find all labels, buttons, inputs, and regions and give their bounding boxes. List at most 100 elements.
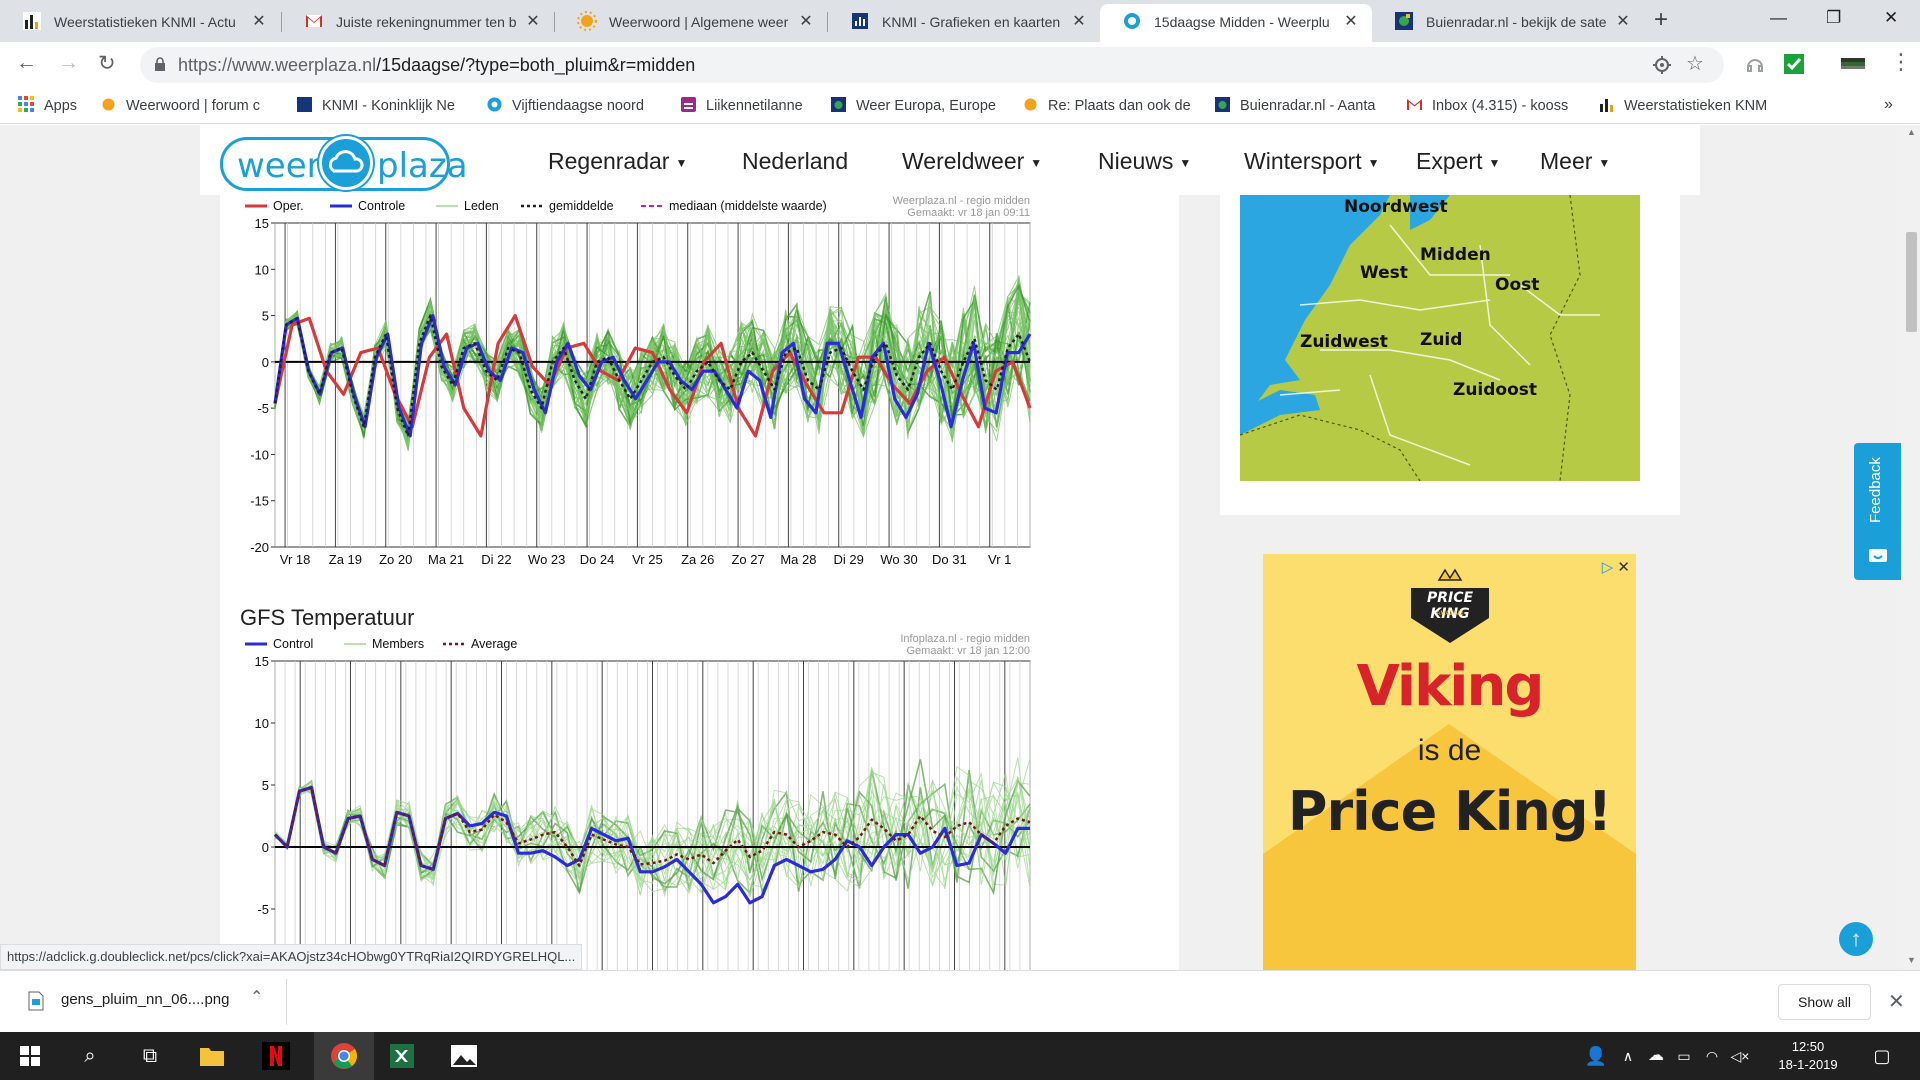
file-explorer-icon[interactable] — [188, 1032, 236, 1080]
nav-label: Nederland — [742, 148, 849, 174]
volume-mute-icon[interactable]: ◁× — [1726, 1032, 1754, 1080]
nav-meer[interactable]: Meer ▼ — [1540, 148, 1610, 175]
map-region-label[interactable]: Zuidwest — [1300, 332, 1388, 352]
search-icon[interactable]: ⌕ — [66, 1032, 114, 1080]
nav-regenradar[interactable]: Regenradar ▼ — [548, 148, 687, 175]
download-filename: gens_pluim_nn_06....png — [61, 991, 230, 1008]
logo-text-right: plaza — [377, 146, 468, 186]
action-center-icon[interactable]: ▢ — [1858, 1032, 1906, 1080]
bookmark-buienradar[interactable]: Buienradar.nl - Aanta — [1214, 96, 1386, 116]
cloud-icon[interactable]: ☁ — [1642, 1032, 1670, 1080]
star-icon[interactable]: ☆ — [1686, 51, 1704, 76]
bookmark-label: Vijftiendaagse noord — [512, 98, 644, 114]
scroll-down-icon[interactable]: ▼ — [1907, 955, 1916, 965]
close-download-bar-icon[interactable]: ✕ — [1888, 989, 1905, 1014]
bookmarks-overflow-icon[interactable]: » — [1884, 96, 1893, 116]
close-icon[interactable]: ✕ — [797, 11, 815, 31]
nav-nieuws[interactable]: Nieuws ▼ — [1098, 148, 1191, 175]
map-region-label[interactable]: Midden — [1420, 245, 1491, 265]
ad-close-icon[interactable]: ✕ — [1617, 559, 1630, 576]
extension-flag-icon[interactable] — [1840, 53, 1866, 75]
people-icon[interactable]: 👤 — [1572, 1032, 1620, 1080]
close-icon[interactable]: ✕ — [1070, 11, 1088, 31]
battery-icon[interactable]: ▭ — [1670, 1032, 1698, 1080]
bookmark-weerwoord[interactable]: Weerwoord | forum c — [100, 96, 272, 116]
windows-start-icon[interactable] — [6, 1032, 54, 1080]
extension-headphones-icon[interactable] — [1744, 53, 1766, 75]
lock-icon[interactable] — [154, 57, 166, 72]
restore-icon[interactable]: ❐ — [1826, 8, 1841, 28]
new-tab-button[interactable]: + — [1654, 6, 1668, 34]
back-arrow-icon[interactable]: ← — [16, 51, 37, 75]
map-region-label[interactable]: West — [1360, 263, 1408, 283]
task-view-icon[interactable]: ⧉ — [126, 1032, 174, 1080]
bookmark-vijftiendaagse[interactable]: Vijftiendaagse noord — [486, 96, 658, 116]
scroll-to-top-button[interactable]: ↑ — [1839, 922, 1873, 956]
ad-choices-icon[interactable]: ▷ ✕ — [1602, 558, 1630, 576]
nav-wereldweer[interactable]: Wereldweer ▼ — [902, 148, 1042, 175]
bookmark-weerstatistieken[interactable]: Weerstatistieken KNM — [1598, 96, 1770, 116]
system-clock[interactable]: 12:50 18-1-2019 — [1768, 1038, 1848, 1074]
x-tick-label: Di 29 — [834, 552, 864, 567]
close-window-icon[interactable]: ✕ — [1884, 8, 1898, 28]
bookmark-knmi[interactable]: KNMI - Koninklijk Ne — [296, 96, 464, 116]
viking-advertisement[interactable]: ▷ ✕ PRICE KING AMAZING Viking is de Pric… — [1263, 554, 1636, 970]
x-tick-label: Wo 23 — [528, 552, 565, 567]
gfs-chart-title: GFS Temperatuur — [240, 605, 415, 630]
nav-expert[interactable]: Expert ▼ — [1416, 148, 1500, 175]
bookmark-apps[interactable]: Apps — [18, 96, 88, 116]
tab-gmail[interactable]: Juiste rekeningnummer ten b ✕ — [282, 4, 554, 42]
map-region-label[interactable]: Zuidoost — [1453, 380, 1537, 400]
bookmark-label: Liikennetilanne — [706, 98, 803, 114]
x-tick-label: Ma 28 — [780, 552, 816, 567]
excel-icon[interactable] — [378, 1032, 426, 1080]
extension-checkmark-icon[interactable] — [1783, 53, 1805, 75]
nav-wintersport[interactable]: Wintersport ▼ — [1244, 148, 1379, 175]
page-scrollbar[interactable]: ▲ ▼ — [1903, 125, 1920, 970]
nav-label: Regenradar — [548, 148, 670, 174]
scrollbar-thumb[interactable] — [1906, 232, 1917, 332]
map-region-label[interactable]: Noordwest — [1344, 197, 1448, 217]
map-region-label[interactable]: Zuid — [1420, 330, 1462, 350]
minimize-icon[interactable]: — — [1770, 8, 1787, 28]
netflix-icon[interactable] — [252, 1032, 300, 1080]
menu-kebab-icon[interactable]: ⋮ — [1890, 49, 1912, 75]
feedback-tab[interactable]: Feedback — [1854, 443, 1901, 580]
weerplaza-logo[interactable]: weer plaza — [220, 136, 468, 191]
bookmark-liikennetilanne[interactable]: Liikennetilanne — [680, 96, 820, 116]
x-tick-label: Za 26 — [681, 552, 714, 567]
tab-weerplaza-active[interactable]: 15daagse Midden - Weerplu ✕ — [1100, 4, 1372, 42]
tab-buienradar[interactable]: Buienradar.nl - bekijk de sate ✕ — [1372, 4, 1644, 42]
chevron-up-icon[interactable]: ∧ — [1614, 1032, 1642, 1080]
chrome-taskbar-icon[interactable] — [314, 1032, 374, 1080]
reload-icon[interactable]: ↻ — [98, 51, 116, 76]
close-icon[interactable]: ✕ — [1614, 11, 1632, 31]
liikenne-favicon — [681, 97, 696, 112]
tab-knmi-grafieken[interactable]: KNMI - Grafieken en kaarten ✕ — [828, 4, 1100, 42]
bookmark-weer-europa[interactable]: Weer Europa, Europe — [830, 96, 1002, 116]
close-icon[interactable]: ✕ — [1342, 11, 1360, 31]
chevron-up-icon[interactable]: ⌃ — [250, 987, 263, 1007]
download-item[interactable]: gens_pluim_nn_06....png — [61, 991, 229, 1008]
legend-label: Control — [273, 637, 313, 651]
close-icon[interactable]: ✕ — [250, 11, 268, 31]
address-bar[interactable]: https://www.weerplaza.nl/15daagse/?type=… — [140, 47, 1724, 83]
chart-favicon — [1600, 99, 1613, 112]
region-map[interactable]: Noordwest Midden West Oost Zuidwest Zuid… — [1240, 195, 1640, 481]
photos-icon[interactable] — [440, 1032, 488, 1080]
tab-weerwoord[interactable]: Weerwoord | Algemene weer ✕ — [555, 4, 827, 42]
bookmark-inbox[interactable]: Inbox (4.315) - kooss — [1406, 96, 1578, 116]
location-icon[interactable] — [1652, 55, 1672, 75]
x-tick-label: Vr 1 — [988, 552, 1011, 567]
close-icon[interactable]: ✕ — [524, 11, 542, 31]
show-all-button[interactable]: Show all — [1778, 984, 1871, 1020]
legend-label: Average — [471, 637, 517, 651]
forward-arrow-icon[interactable]: → — [58, 51, 79, 75]
nav-nederland[interactable]: Nederland — [742, 148, 848, 175]
tab-knmi-stats[interactable]: Weerstatistieken KNMI - Actu ✕ — [0, 4, 280, 42]
map-region-label[interactable]: Oost — [1495, 275, 1539, 295]
bookmark-re-plaats[interactable]: Re: Plaats dan ook de — [1022, 96, 1194, 116]
wifi-icon[interactable]: ◠ — [1698, 1032, 1726, 1080]
bookmark-label: KNMI - Koninklijk Ne — [322, 98, 455, 114]
scroll-up-icon[interactable]: ▲ — [1907, 127, 1916, 137]
